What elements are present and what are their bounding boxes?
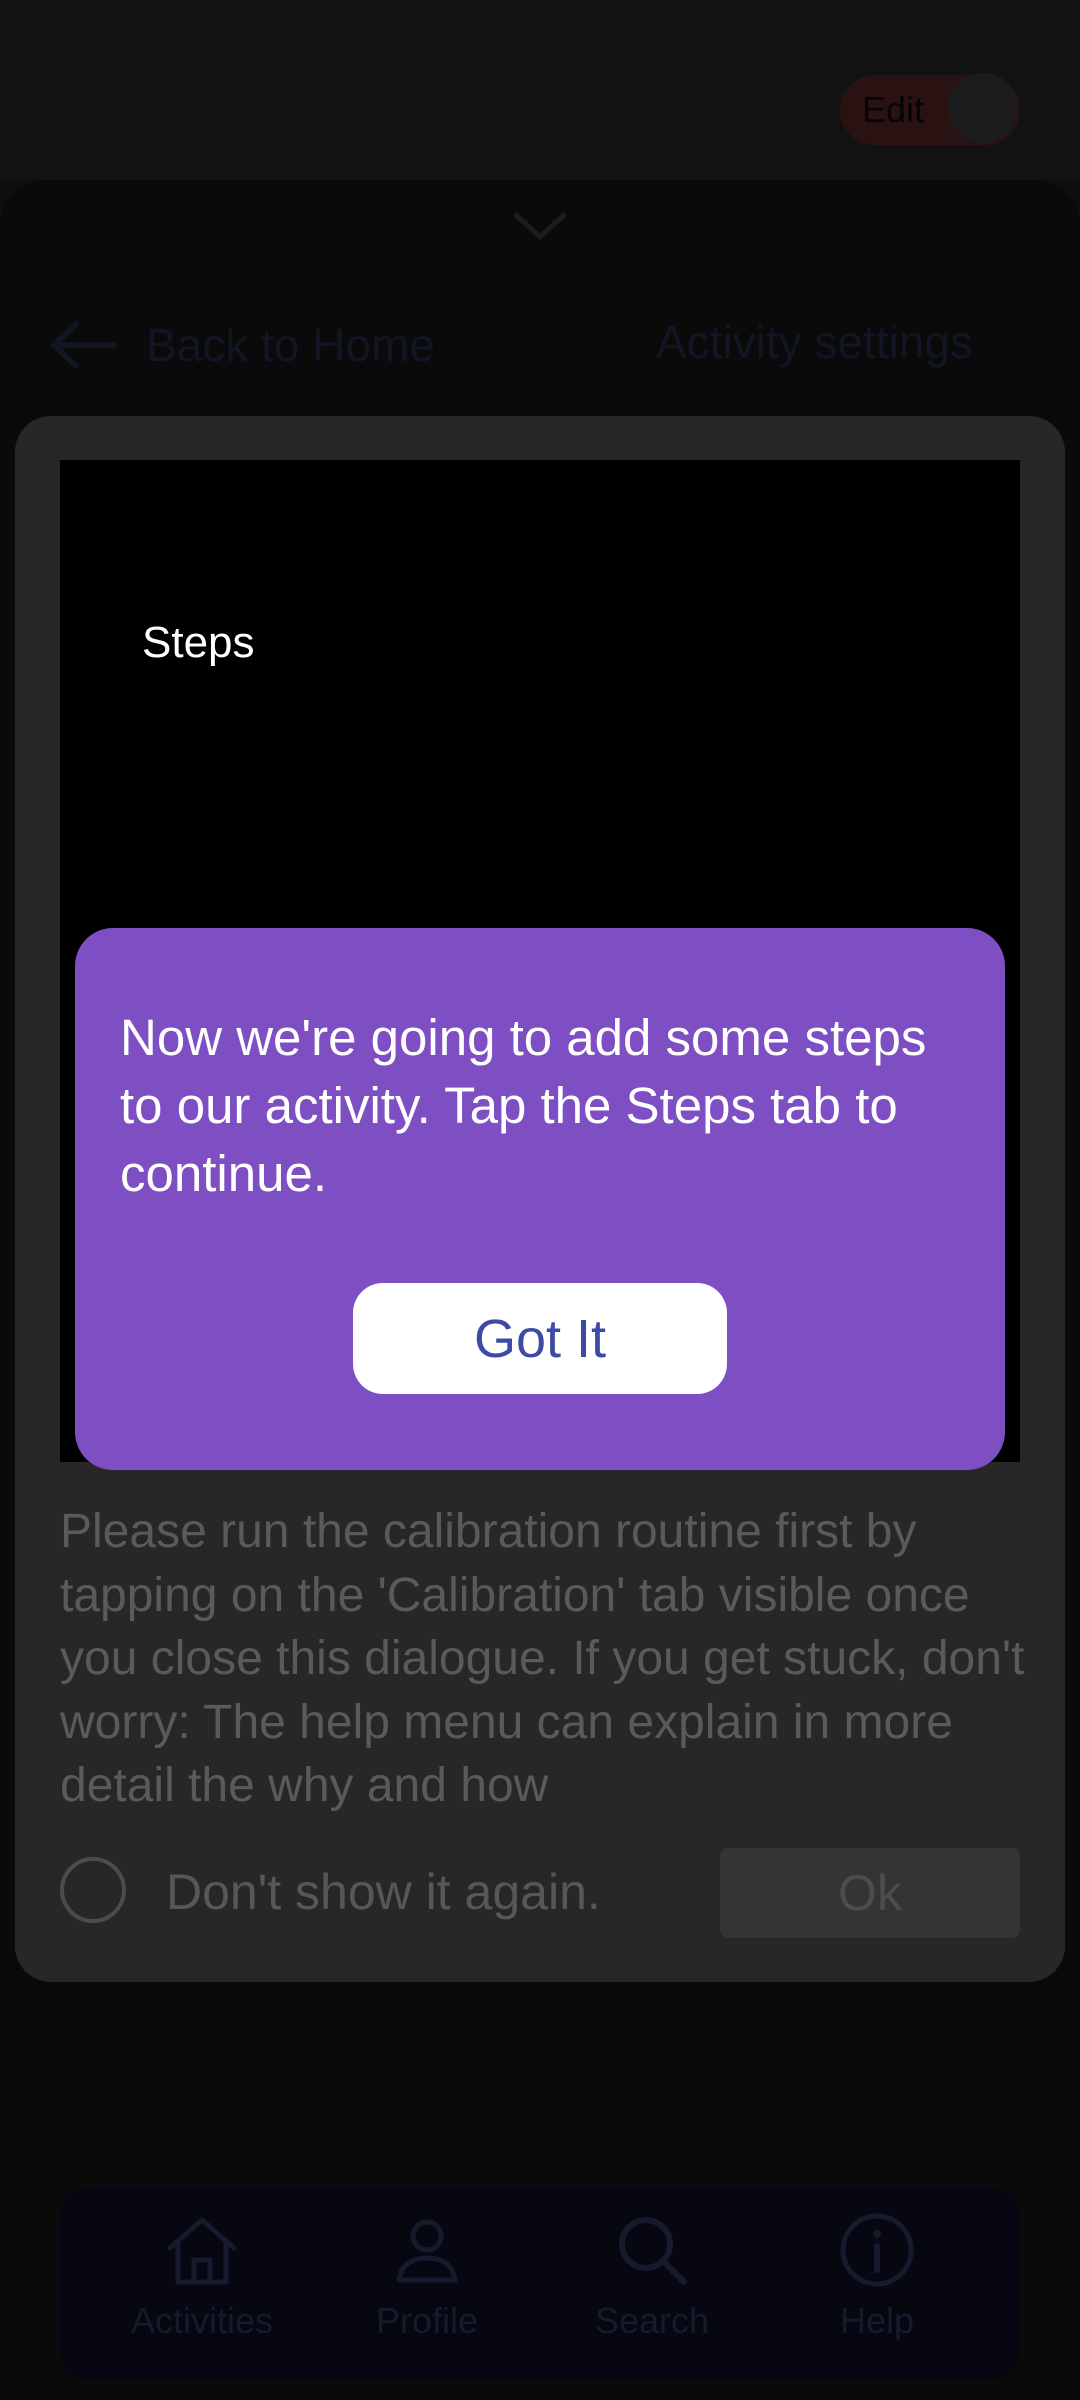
nav-item-search[interactable]: Search [552,2210,752,2360]
person-icon [396,2219,458,2283]
home-icon [167,2217,237,2285]
dont-show-label[interactable]: Don't show it again. [166,1862,601,1922]
ok-button[interactable]: Ok [720,1848,1020,1938]
back-label: Back to Home [146,319,435,371]
nav-item-profile[interactable]: Profile [327,2210,527,2360]
chevron-down-icon[interactable] [510,205,570,245]
back-to-home-link[interactable]: Back to Home [48,310,435,380]
nav-label: Help [839,2300,915,2341]
nav-label: Search [594,2300,710,2341]
avatar[interactable] [948,73,1018,143]
nav-label: Profile [375,2300,479,2341]
nav-label: Activities [130,2300,274,2341]
arrow-left-icon [51,321,117,369]
nav-item-activities[interactable]: Activities [102,2210,302,2360]
search-icon [619,2217,687,2285]
got-it-button[interactable]: Got It [353,1283,727,1394]
got-it-label: Got It [473,1308,607,1369]
tutorial-message: Now we're going to add some steps to our… [120,1009,927,1202]
dialog-message: Please run the calibration routine first… [60,1505,1025,1812]
activity-settings-link[interactable]: Activity settings [656,315,973,369]
dont-show-radio[interactable] [60,1857,126,1923]
info-icon [840,2213,914,2287]
ok-label: Ok [838,1865,902,1921]
nav-item-help[interactable]: Help [777,2210,977,2360]
edit-label: Edit [862,89,925,130]
steps-caption: Steps [142,618,255,667]
